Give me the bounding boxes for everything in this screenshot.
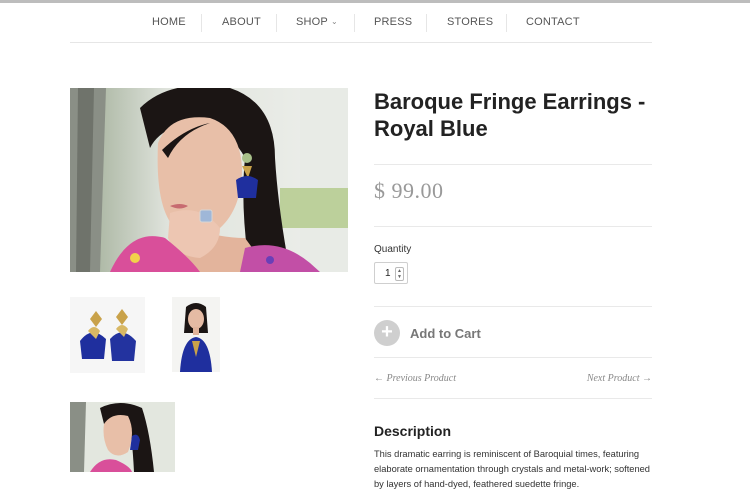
divider — [374, 398, 652, 399]
stepper-arrows-icon[interactable]: ▲ ▼ — [395, 267, 404, 281]
product-price: $ 99.00 — [374, 178, 444, 203]
divider — [374, 164, 652, 165]
thumbnail-model-side[interactable] — [70, 402, 175, 472]
quantity-stepper[interactable]: 1 ▲ ▼ — [374, 262, 408, 284]
next-product-link[interactable]: Next Product → — [587, 373, 652, 384]
previous-product-link[interactable]: ← Previous Product — [374, 373, 456, 384]
thumbnail-model-front[interactable] — [172, 297, 220, 372]
main-nav: HOME ABOUT SHOP ⌄ PRESS STORES CONTACT — [70, 4, 652, 43]
description-text: This dramatic earring is reminiscent of … — [374, 449, 650, 489]
add-to-cart-label: Add to Cart — [410, 326, 481, 341]
nav-shop[interactable]: SHOP ⌄ — [296, 16, 338, 28]
thumbnail-earrings[interactable] — [70, 297, 145, 373]
nav-divider — [354, 14, 355, 32]
nav-divider — [276, 14, 277, 32]
nav-stores[interactable]: STORES — [447, 16, 493, 28]
top-border — [0, 0, 750, 3]
divider — [374, 357, 652, 358]
nav-divider — [506, 14, 507, 32]
nav-divider — [426, 14, 427, 32]
nav-shop-label: SHOP — [296, 16, 328, 28]
nav-press[interactable]: PRESS — [374, 16, 412, 28]
divider — [374, 306, 652, 307]
chevron-down-icon: ⌄ — [330, 17, 338, 26]
nav-home[interactable]: HOME — [152, 16, 186, 28]
main-product-image[interactable] — [70, 88, 348, 272]
quantity-label: Quantity — [374, 244, 412, 255]
nav-contact[interactable]: CONTACT — [526, 16, 580, 28]
nav-about[interactable]: ABOUT — [222, 16, 261, 28]
nav-divider — [201, 14, 202, 32]
plus-icon: + — [374, 320, 400, 346]
description-heading: Description — [374, 423, 452, 439]
divider — [374, 226, 652, 227]
quantity-value: 1 — [385, 268, 391, 279]
product-title: Baroque Fringe Earrings - Royal Blue — [374, 89, 646, 141]
